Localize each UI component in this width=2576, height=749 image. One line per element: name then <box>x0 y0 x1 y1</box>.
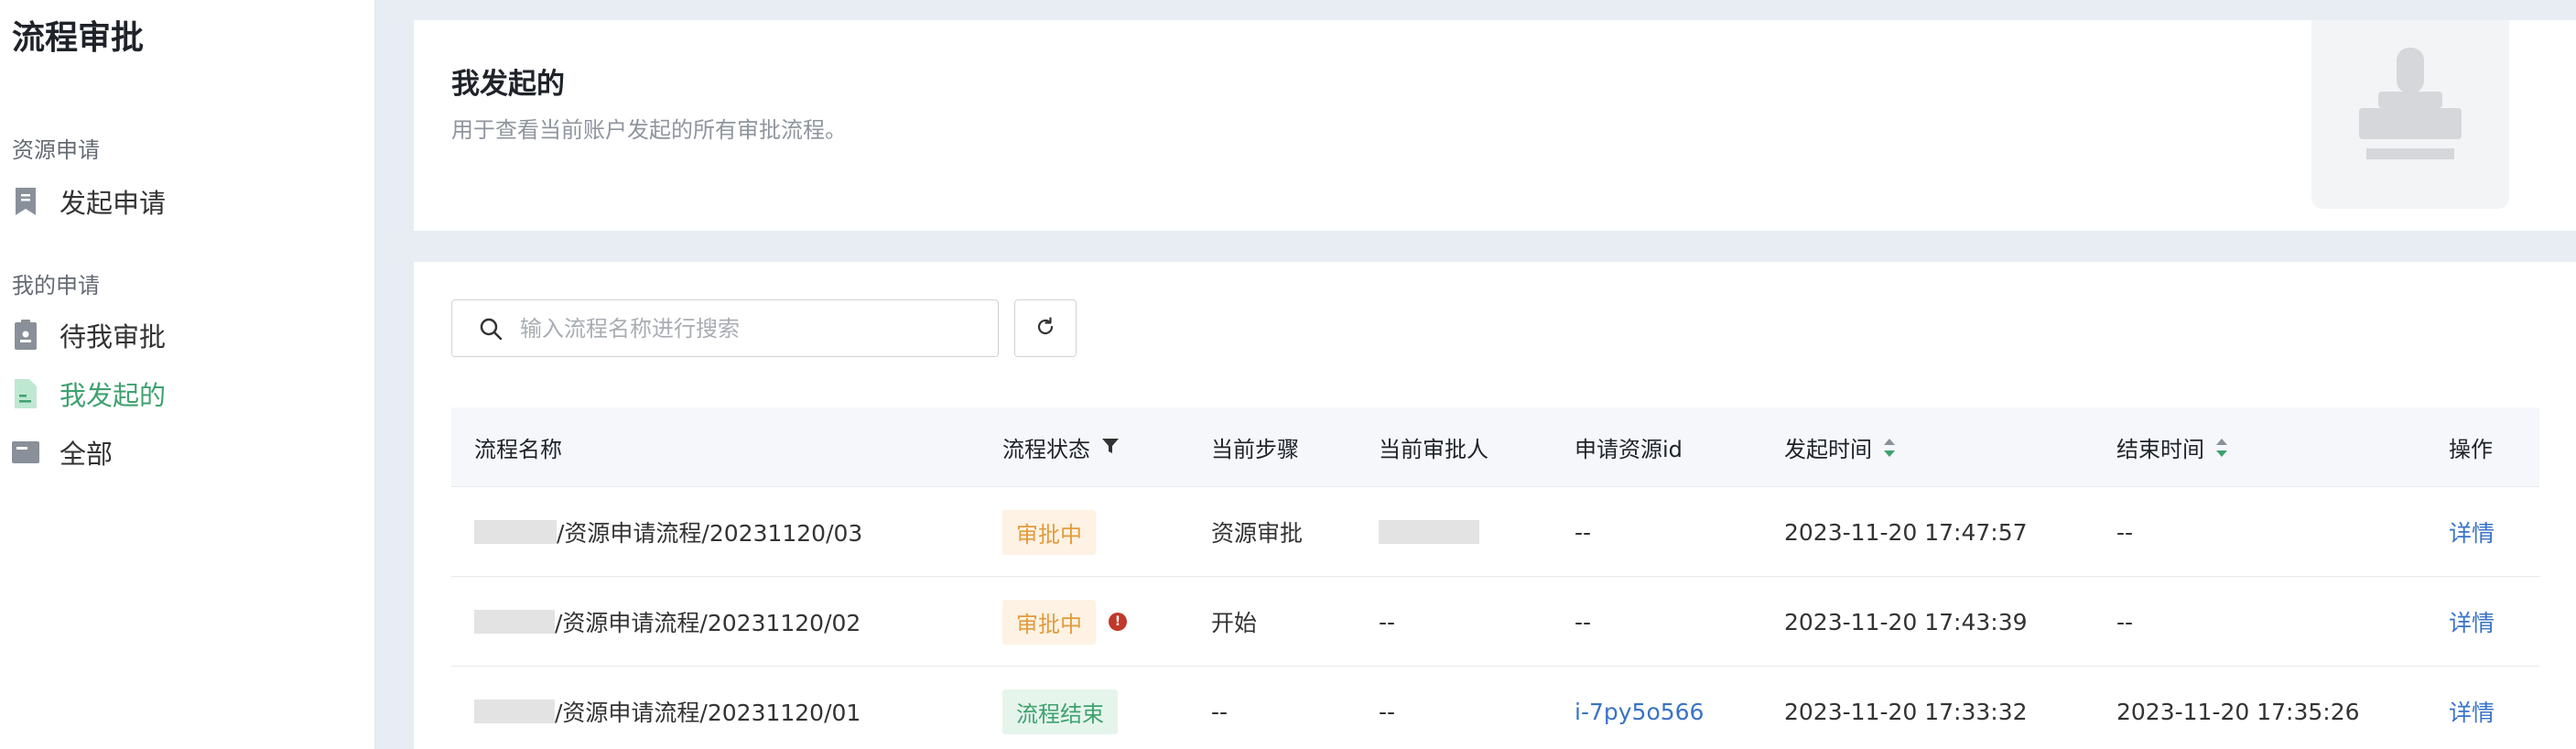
table-row: /资源申请流程/20231120/01 流程结束 -- -- i-7py5o56… <box>451 667 2539 749</box>
folder-icon <box>12 437 39 468</box>
process-name: /资源申请流程/20231120/03 <box>557 520 863 547</box>
redacted-text <box>474 700 555 723</box>
cell-resource-id: -- <box>1575 608 1592 635</box>
cell-start-time: 2023-11-20 17:47:57 <box>1784 518 2028 546</box>
cell-step: -- <box>1211 698 1228 725</box>
status-badge: 审批中 <box>1002 599 1096 645</box>
search-input[interactable] <box>520 315 996 342</box>
column-header-status: 流程状态 <box>1002 407 1120 487</box>
details-link[interactable]: 详情 <box>2449 577 2495 667</box>
cell-end-time: -- <box>2116 518 2134 546</box>
page-header: 我发起的 用于查看当前账户发起的所有审批流程。 <box>414 20 2576 231</box>
nav-group-resource-request: 资源申请 <box>12 137 100 163</box>
redacted-text <box>474 610 555 634</box>
cell-start-time: 2023-11-20 17:43:39 <box>1784 608 2028 635</box>
sidebar-item-all[interactable]: 全部 <box>12 430 360 474</box>
warning-icon[interactable]: ! <box>1109 613 1127 631</box>
column-header-step: 当前步骤 <box>1211 407 1299 487</box>
table-row: /资源申请流程/20231120/02 审批中 ! 开始 -- -- 2023-… <box>451 577 2539 667</box>
column-header-action: 操作 <box>2449 407 2493 487</box>
sort-icon[interactable] <box>2215 438 2228 458</box>
refresh-button[interactable] <box>1014 299 1077 357</box>
cell-step: 资源审批 <box>1211 520 1304 547</box>
table-header: 流程名称 流程状态 当前步骤 当前审批人 申请资源id 发起时间 结束时间 操作 <box>451 407 2539 487</box>
status-badge: 审批中 <box>1002 509 1096 555</box>
cell-approver: -- <box>1379 698 1396 725</box>
details-link[interactable]: 详情 <box>2449 487 2495 577</box>
process-table: 流程名称 流程状态 当前步骤 当前审批人 申请资源id 发起时间 结束时间 操作… <box>451 407 2539 749</box>
cell-approver: -- <box>1379 608 1396 635</box>
column-header-label: 当前审批人 <box>1379 437 1488 462</box>
cell-status: 流程结束 <box>1002 667 1118 749</box>
column-header-end-time[interactable]: 结束时间 <box>2116 407 2228 487</box>
column-header-name: 流程名称 <box>474 407 562 487</box>
column-header-label: 流程名称 <box>474 437 562 462</box>
resource-id-link[interactable]: i-7py5o566 <box>1575 667 1704 749</box>
column-header-label: 操作 <box>2449 437 2493 462</box>
refresh-icon <box>1034 316 1056 342</box>
search-box <box>451 299 999 357</box>
cell-resource-id: -- <box>1575 518 1592 546</box>
details-link[interactable]: 详情 <box>2449 667 2495 749</box>
document-icon <box>12 378 39 409</box>
cell-status: 审批中 <box>1002 487 1096 577</box>
sidebar-item-start-request[interactable]: 发起申请 <box>12 179 360 223</box>
process-name: /资源申请流程/20231120/01 <box>555 700 861 726</box>
sort-icon[interactable] <box>1883 438 1896 458</box>
sidebar-item-my-initiated[interactable]: 我发起的 <box>12 372 360 416</box>
app-title: 流程审批 <box>12 19 145 57</box>
column-header-label: 发起时间 <box>1784 437 1872 462</box>
column-header-resource-id: 申请资源id <box>1575 407 1683 487</box>
cell-start-time: 2023-11-20 17:33:32 <box>1784 698 2028 725</box>
sidebar-item-label: 发起申请 <box>60 188 167 219</box>
cell-step: 开始 <box>1211 610 1258 636</box>
column-header-label: 流程状态 <box>1002 437 1090 462</box>
nav-group-my-request: 我的申请 <box>12 273 100 299</box>
sidebar-item-label: 待我审批 <box>60 321 167 353</box>
page-description: 用于查看当前账户发起的所有审批流程。 <box>451 117 847 143</box>
search-icon <box>478 316 503 342</box>
cell-process-name: /资源申请流程/20231120/03 <box>474 487 862 577</box>
redacted-text <box>474 520 557 544</box>
sidebar-item-label: 我发起的 <box>60 380 167 411</box>
status-badge: 流程结束 <box>1002 689 1118 734</box>
table-row: /资源申请流程/20231120/03 审批中 资源审批 -- 2023-11-… <box>451 487 2539 577</box>
cell-process-name: /资源申请流程/20231120/02 <box>474 577 860 667</box>
cell-end-time: 2023-11-20 17:35:26 <box>2116 698 2360 725</box>
process-name: /资源申请流程/20231120/02 <box>555 610 861 636</box>
column-header-label: 结束时间 <box>2116 437 2204 462</box>
sidebar: 流程审批 资源申请 发起申请 我的申请 待我审批 我发起的 全部 <box>0 0 375 749</box>
stamp-icon <box>12 320 39 351</box>
column-header-label: 申请资源id <box>1575 437 1683 462</box>
stamp-illustration <box>2311 20 2509 209</box>
cell-approver <box>1379 487 1479 577</box>
column-header-start-time[interactable]: 发起时间 <box>1784 407 1896 487</box>
column-header-approver: 当前审批人 <box>1379 407 1488 487</box>
column-header-label: 当前步骤 <box>1211 437 1299 462</box>
main-panel: 流程名称 流程状态 当前步骤 当前审批人 申请资源id 发起时间 结束时间 <box>414 262 2576 749</box>
bookmark-icon <box>12 186 39 217</box>
cell-process-name: /资源申请流程/20231120/01 <box>474 667 860 749</box>
redacted-text <box>1379 520 1479 544</box>
cell-status: 审批中 ! <box>1002 577 1127 667</box>
cell-end-time: -- <box>2116 608 2134 635</box>
filter-icon[interactable] <box>1101 435 1120 461</box>
sidebar-item-pending-approval[interactable]: 待我审批 <box>12 313 360 357</box>
sidebar-item-label: 全部 <box>60 439 114 470</box>
page-title: 我发起的 <box>451 68 565 101</box>
